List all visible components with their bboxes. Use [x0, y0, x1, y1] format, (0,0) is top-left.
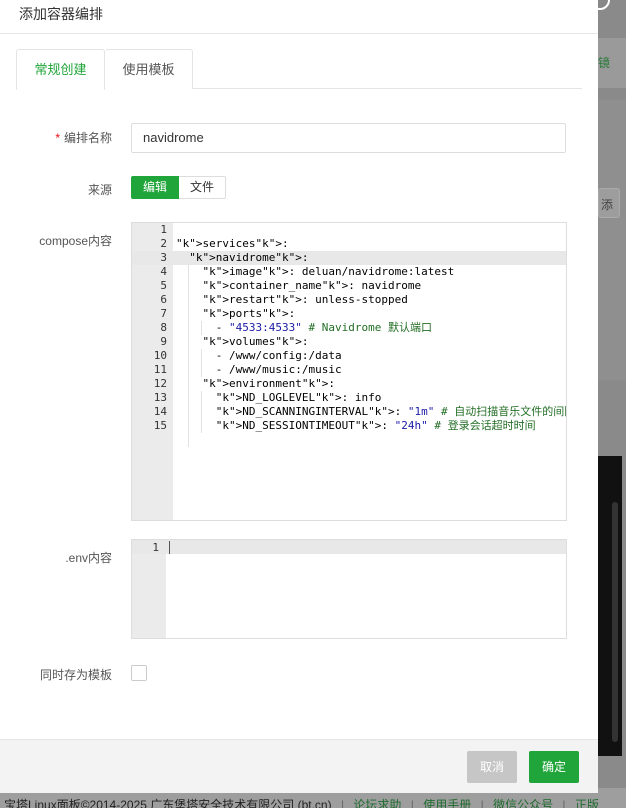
- line-number: 10: [153, 349, 167, 362]
- line-number: 5: [160, 279, 167, 292]
- tab-use-template[interactable]: 使用模板: [105, 49, 193, 89]
- code-text: "k">ports"k">:: [202, 307, 296, 320]
- line-number: 14: [153, 405, 167, 418]
- dialog-header: 添加容器编排: [0, 0, 598, 34]
- line-number: 15: [153, 419, 167, 432]
- footer-forum-link[interactable]: 论坛求助: [353, 798, 401, 808]
- footer-wechat-link[interactable]: 微信公众号: [493, 798, 553, 808]
- background-scrollbar: [612, 502, 618, 742]
- env-active-line: [132, 540, 566, 554]
- code-text: - /www/music:/music: [176, 363, 342, 376]
- compose-editor[interactable]: 1 2 "k">services"k">: 3 "k">navidrome"k">: 4…: [131, 222, 567, 521]
- footer-copyright: 宝塔Linux面板©2014-2025 广东堡塔安全技术有限公司 (bt.cn): [4, 798, 332, 808]
- code-text: "k">services"k">:: [176, 237, 289, 250]
- background-button: 添: [598, 188, 620, 218]
- code-line: 13 "k">ND_LOGLEVEL"k">: info: [132, 391, 566, 405]
- line-number: 1: [160, 223, 167, 236]
- confirm-button[interactable]: 确定: [529, 751, 579, 783]
- code-line: 3 "k">navidrome"k">:: [132, 251, 566, 265]
- code-text: "k">volumes"k">:: [202, 335, 309, 348]
- tab-normal-create[interactable]: 常规创建: [16, 49, 105, 90]
- code-text: "k">ND_SESSIONTIMEOUT"k">: "24h" # 登录会话超…: [215, 419, 536, 432]
- save-template-label: 同时存为模板: [39, 668, 112, 682]
- compose-label: compose内容: [39, 234, 112, 248]
- env-editor-gutter: [132, 540, 166, 638]
- line-number: 6: [160, 293, 167, 306]
- code-line: 6 "k">restart"k">: unless-stopped: [132, 293, 566, 307]
- code-text: "k">ND_LOGLEVEL"k">: info: [215, 391, 382, 404]
- cancel-button[interactable]: 取消: [467, 751, 517, 783]
- add-compose-dialog: 添加容器编排 常规创建 使用模板 * 编排名称 navidrome 来源 编辑 文…: [0, 0, 598, 793]
- env-editor[interactable]: 1: [131, 539, 567, 639]
- tab-bar: 常规创建 使用模板: [16, 49, 582, 90]
- line-number: 13: [153, 391, 167, 404]
- line-number: 2: [160, 237, 167, 250]
- save-template-checkbox[interactable]: [131, 665, 147, 681]
- line-number: 7: [160, 307, 167, 320]
- background-link: 镜: [598, 38, 626, 88]
- name-label: * 编排名称: [55, 131, 112, 145]
- code-line: 10 - /www/config:/data: [132, 349, 566, 363]
- env-label: .env内容: [65, 551, 112, 565]
- footer-more-link[interactable]: 正版: [575, 798, 599, 808]
- line-number: 12: [153, 377, 167, 390]
- code-line: 14 "k">ND_SCANNINGINTERVAL"k">: "1m" # 自…: [132, 405, 566, 419]
- footer-manual-link[interactable]: 使用手册: [423, 798, 471, 808]
- code-line: 15 "k">ND_SESSIONTIMEOUT"k">: "24h" # 登录…: [132, 419, 566, 433]
- background-panel: 添: [598, 100, 626, 380]
- code-text: "k">ND_SCANNINGINTERVAL"k">: "1m" # 自动扫描…: [215, 405, 567, 418]
- code-text: "k">restart"k">: unless-stopped: [202, 293, 408, 306]
- dialog-title: 添加容器编排: [19, 6, 103, 22]
- line-number: 9: [160, 335, 167, 348]
- source-file-button[interactable]: 文件: [179, 176, 226, 199]
- line-number: 11: [153, 363, 167, 376]
- code-text: "k">navidrome"k">:: [189, 251, 309, 264]
- code-line: 5 "k">container_name"k">: navidrome: [132, 279, 566, 293]
- code-text: - "4533:4533" # Navidrome 默认端口: [176, 321, 432, 334]
- line-number: 4: [160, 265, 167, 278]
- code-text: - /www/config:/data: [176, 349, 342, 362]
- compose-name-input[interactable]: navidrome: [131, 123, 566, 153]
- text-cursor: [169, 541, 170, 554]
- source-edit-button[interactable]: 编辑: [131, 176, 179, 199]
- code-line: 8 - "4533:4533" # Navidrome 默认端口: [132, 321, 566, 335]
- source-label: 来源: [87, 183, 112, 197]
- code-text: "k">container_name"k">: navidrome: [202, 279, 422, 292]
- code-line: 7 "k">ports"k">:: [132, 307, 566, 321]
- code-text: "k">environment"k">:: [202, 377, 335, 390]
- dialog-footer: 取消 确定: [0, 739, 598, 793]
- required-mark: *: [55, 131, 60, 145]
- line-number: 8: [160, 321, 167, 334]
- code-line: 11 - /www/music:/music: [132, 363, 566, 377]
- code-line: 9 "k">volumes"k">:: [132, 335, 566, 349]
- background-terminal-screen: [598, 456, 622, 756]
- code-text: "k">image"k">: deluan/navidrome:latest: [202, 265, 455, 278]
- line-number: 3: [160, 251, 167, 264]
- background-terminal: [598, 392, 626, 762]
- code-line: 2 "k">services"k">:: [132, 237, 566, 251]
- code-line: 4 "k">image"k">: deluan/navidrome:latest: [132, 265, 566, 279]
- env-line-number: 1: [152, 541, 159, 554]
- code-line: 12 "k">environment"k">:: [132, 377, 566, 391]
- code-line: 1: [132, 223, 566, 237]
